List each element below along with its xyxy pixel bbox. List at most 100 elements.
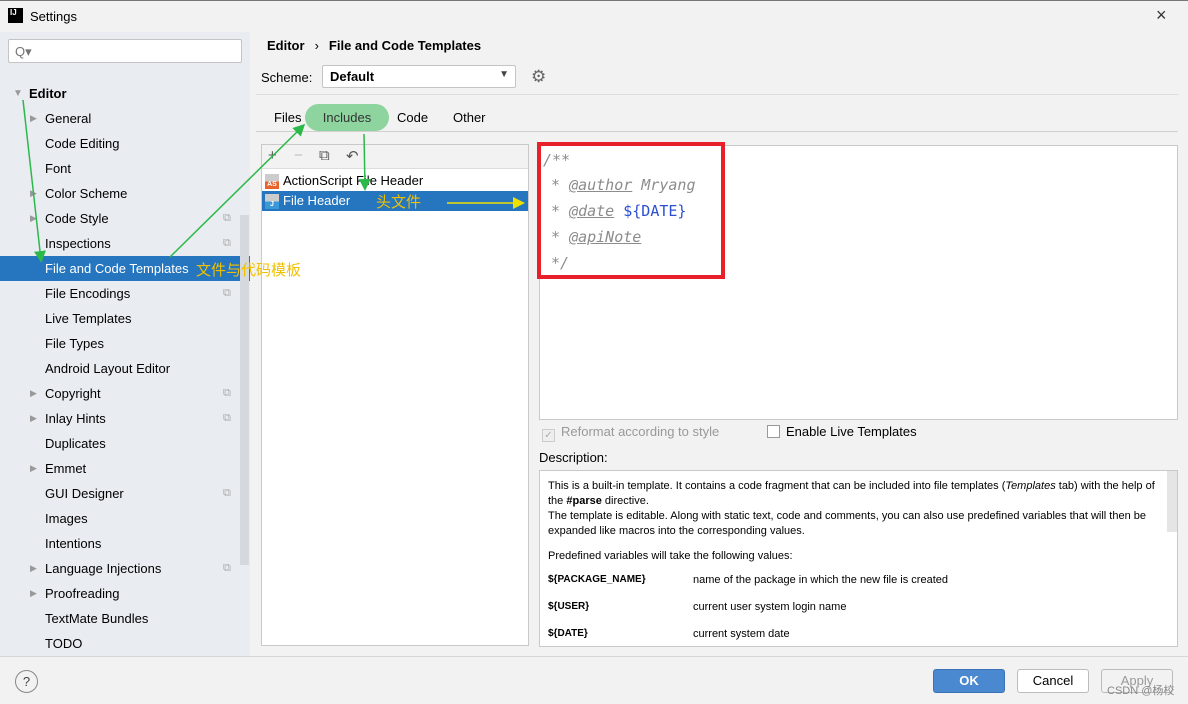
java-file-icon: J bbox=[265, 194, 279, 209]
description-scrollbar[interactable] bbox=[1167, 471, 1177, 532]
chevron-down-icon: ▼ bbox=[499, 69, 509, 80]
tab-other[interactable]: Other bbox=[453, 110, 486, 125]
scheme-label: Scheme: bbox=[261, 70, 313, 85]
collapse-arrow-icon: ▶ bbox=[30, 113, 37, 123]
variable-row: ${USER} bbox=[548, 601, 590, 612]
scheme-select[interactable]: Default ▼ bbox=[322, 65, 516, 88]
variable-desc: current system date bbox=[693, 628, 790, 640]
project-scope-icon: ⧉ bbox=[223, 287, 231, 299]
help-button[interactable]: ? bbox=[15, 670, 38, 693]
tab-code[interactable]: Code bbox=[397, 110, 428, 125]
sidebar-item-code-editing[interactable]: Code Editing bbox=[0, 131, 250, 156]
project-scope-icon: ⧉ bbox=[223, 212, 231, 224]
sidebar-item-copyright[interactable]: ▶ Copyright ⧉ bbox=[0, 381, 250, 406]
annotation-header: 头文件 bbox=[376, 193, 422, 211]
breadcrumb: Editor › File and Code Templates bbox=[267, 38, 491, 53]
sidebar-item-label: TextMate Bundles bbox=[45, 611, 149, 626]
template-item-actionscript[interactable]: AS ActionScript File Header bbox=[262, 171, 528, 191]
reformat-label: Reformat according to style bbox=[561, 424, 720, 439]
sidebar-item-label: Live Templates bbox=[45, 311, 132, 326]
enable-live-templates-checkbox[interactable]: Enable Live Templates bbox=[767, 424, 917, 439]
sidebar-item-intentions[interactable]: Intentions bbox=[0, 531, 250, 556]
tab-includes[interactable]: Includes bbox=[305, 104, 389, 131]
watermark: CSDN @杨校 bbox=[1107, 685, 1175, 697]
sidebar-item-code-style[interactable]: ▶ Code Style ⧉ bbox=[0, 206, 250, 231]
scheme-value: Default bbox=[330, 69, 375, 84]
sidebar-item-label: Android Layout Editor bbox=[45, 361, 171, 376]
variable-desc: current user system login name bbox=[693, 601, 847, 613]
sidebar-item-label: Proofreading bbox=[45, 586, 120, 601]
list-toolbar: + − ⧉ ↶ bbox=[262, 145, 528, 169]
sidebar-item-file-encodings[interactable]: File Encodings ⧉ bbox=[0, 281, 250, 306]
sidebar-item-label: Editor bbox=[29, 86, 67, 101]
sidebar-item-images[interactable]: Images bbox=[0, 506, 250, 531]
sidebar-item-font[interactable]: Font bbox=[0, 156, 250, 181]
sidebar-item-inlay-hints[interactable]: ▶ Inlay Hints ⧉ bbox=[0, 406, 250, 431]
sidebar-item-label: Duplicates bbox=[45, 436, 106, 451]
tab-files[interactable]: Files bbox=[274, 110, 301, 125]
expand-arrow-icon: ▼ bbox=[13, 88, 23, 99]
sidebar-item-emmet[interactable]: ▶ Emmet bbox=[0, 456, 250, 481]
sidebar-item-label: GUI Designer bbox=[45, 486, 124, 501]
sidebar-item-language-injections[interactable]: ▶ Language Injections ⧉ bbox=[0, 556, 250, 581]
description-text: This is a built-in template. It contains… bbox=[548, 480, 1155, 507]
collapse-arrow-icon: ▶ bbox=[30, 188, 37, 198]
sidebar-item-general[interactable]: ▶ General bbox=[0, 106, 250, 131]
remove-icon[interactable]: − bbox=[294, 147, 303, 164]
reformat-checkbox[interactable]: ✓ Reformat according to style bbox=[542, 424, 719, 442]
project-scope-icon: ⧉ bbox=[223, 562, 231, 574]
highlight-box bbox=[537, 142, 725, 279]
sidebar-item-textmate-bundles[interactable]: TextMate Bundles bbox=[0, 606, 250, 631]
sidebar-item-color-scheme[interactable]: ▶ Color Scheme bbox=[0, 181, 250, 206]
sidebar-item-label: General bbox=[45, 111, 92, 126]
description-panel: This is a built-in template. It contains… bbox=[539, 470, 1178, 647]
sidebar-item-label: Emmet bbox=[45, 461, 87, 476]
breadcrumb-current: File and Code Templates bbox=[328, 38, 482, 53]
sidebar-item-label: TODO bbox=[45, 636, 83, 651]
description-text: Predefined variables will take the follo… bbox=[548, 550, 793, 562]
template-name: ActionScript File Header bbox=[283, 173, 424, 188]
window-title: Settings bbox=[30, 9, 77, 24]
sidebar-item-label: Inspections bbox=[45, 236, 111, 251]
project-scope-icon: ⧉ bbox=[223, 387, 231, 399]
project-scope-icon: ⧉ bbox=[223, 237, 231, 249]
sidebar-item-editor[interactable]: ▼ Editor bbox=[0, 81, 250, 106]
variable-desc: name of the package in which the new fil… bbox=[693, 574, 948, 586]
sidebar-item-live-templates[interactable]: Live Templates bbox=[0, 306, 250, 331]
gear-icon[interactable]: ⚙ bbox=[531, 67, 546, 87]
divider bbox=[256, 131, 1178, 132]
copy-icon[interactable]: ⧉ bbox=[319, 147, 330, 164]
checkbox-icon bbox=[767, 425, 780, 438]
sidebar-item-proofreading[interactable]: ▶ Proofreading bbox=[0, 581, 250, 606]
actionscript-file-icon: AS bbox=[265, 174, 279, 189]
template-list-panel bbox=[261, 144, 529, 646]
search-input[interactable] bbox=[8, 39, 242, 63]
cancel-button[interactable]: Cancel bbox=[1017, 669, 1089, 693]
sidebar-item-label: Code Editing bbox=[45, 136, 120, 151]
reset-icon[interactable]: ↶ bbox=[346, 147, 359, 165]
sidebar-item-inspections[interactable]: Inspections ⧉ bbox=[0, 231, 250, 256]
project-scope-icon: ⧉ bbox=[223, 487, 231, 499]
add-icon[interactable]: + bbox=[268, 147, 277, 164]
ok-button[interactable]: OK bbox=[933, 669, 1005, 693]
sidebar-item-label: Language Injections bbox=[45, 561, 162, 576]
collapse-arrow-icon: ▶ bbox=[30, 563, 37, 573]
sidebar-item-android-layout-editor[interactable]: Android Layout Editor bbox=[0, 356, 250, 381]
collapse-arrow-icon: ▶ bbox=[30, 463, 37, 473]
sidebar-item-label: Font bbox=[45, 161, 72, 176]
sidebar-item-label: Inlay Hints bbox=[45, 411, 106, 426]
sidebar-item-todo[interactable]: TODO bbox=[0, 631, 250, 656]
variable-row: ${DATE} bbox=[548, 628, 588, 639]
description-label: Description: bbox=[539, 450, 608, 465]
breadcrumb-separator: › bbox=[314, 38, 319, 53]
sidebar-item-label: Images bbox=[45, 511, 88, 526]
collapse-arrow-icon: ▶ bbox=[30, 413, 37, 423]
breadcrumb-parent[interactable]: Editor bbox=[267, 38, 305, 53]
sidebar-item-gui-designer[interactable]: GUI Designer ⧉ bbox=[0, 481, 250, 506]
sidebar-item-duplicates[interactable]: Duplicates bbox=[0, 431, 250, 456]
close-icon[interactable]: × bbox=[1156, 5, 1167, 26]
sidebar-item-file-types[interactable]: File Types bbox=[0, 331, 250, 356]
variable-row: ${PACKAGE_NAME} bbox=[548, 574, 646, 585]
template-name: File Header bbox=[283, 193, 351, 208]
divider bbox=[256, 94, 1178, 95]
